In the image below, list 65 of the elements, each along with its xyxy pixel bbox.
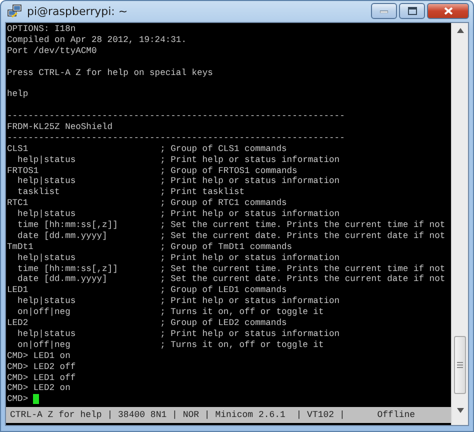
scroll-up-icon[interactable] [456,28,464,33]
command-name: on|off|neg [16,307,72,318]
command-name: help|status [16,209,77,220]
grip-icon [457,362,463,368]
command-name: LED1 [7,285,30,296]
status-bar: CTRL-A Z for help | 38400 8N1 | NOR | Minicom 2.6.1 | VT102 | Offline [6,407,451,423]
command-description: ; Print help or status information [160,328,340,340]
command-prompt: CMD> [7,394,28,406]
command-description: ; Set the current time. Prints the current time if not [160,264,446,274]
terminal-line: Port /dev/ttyACM0 [7,46,97,57]
terminal-line: CMD> LED2 on [7,383,70,394]
scrollbar-thumb[interactable] [454,336,466,394]
command-description: ; Print help or status information [160,176,340,188]
command-description: ; Print help or status information [160,296,340,308]
terminal-line: Compiled on Apr 28 2012, 19:24:31. [7,34,186,46]
terminal-line: ---------------------------------------------------------------- [7,111,345,122]
command-name: on|off|neg [16,340,72,351]
window-title: pi@raspberrypi: ~ [27,5,129,18]
maximize-button[interactable] [399,3,425,19]
command-name: help|status [16,328,77,340]
minimize-icon [380,10,388,12]
command-name: time [hh:mm:ss[,z]] [16,220,119,231]
terminal-line: CMD> LED2 off [7,362,76,372]
command-name: RTC1 [7,198,30,210]
close-button[interactable] [427,3,469,19]
terminal-line: help [7,89,28,100]
command-description: ; Turns it on, off or toggle it [160,340,324,351]
command-description: ; Set the current time. Prints the current time if not [160,220,446,231]
terminal-line: OPTIONS: I18n [7,24,76,35]
command-description: ; Turns it on, off or toggle it [160,307,324,318]
scrollbar[interactable] [451,23,468,425]
command-name: date [dd.mm.yyyy] [16,230,108,242]
command-name: date [dd.mm.yyyy] [16,274,108,286]
terminal-line: FRDM-KL25Z NeoShield [7,122,113,133]
command-name: FRTOS1 [7,166,40,176]
command-name: CLS1 [7,144,30,155]
command-description: ; Print tasklist [160,187,245,198]
minimize-button[interactable] [371,3,397,19]
close-icon [444,7,452,15]
command-name: time [hh:mm:ss[,z]] [16,264,119,274]
command-description: ; Print help or status information [160,154,340,166]
command-description: ; Group of TmDt1 commands [160,242,292,253]
scroll-down-icon[interactable] [456,408,464,413]
command-name: TmDt1 [7,242,34,253]
command-description: ; Set the current date. Prints the current date if not [160,274,446,286]
terminal-line: CMD> LED1 off [7,372,76,384]
command-description: ; Group of FRTOS1 commands [160,166,298,176]
command-description: ; Print help or status information [160,252,340,264]
terminal-line: CMD> LED1 on [7,350,70,362]
maximize-icon [408,7,416,15]
command-description: ; Group of LED1 commands [160,285,287,296]
command-name: tasklist [16,187,61,198]
command-name: help|status [16,154,77,166]
command-description: ; Set the current date. Prints the current date if not [160,230,446,242]
command-description: ; Group of RTC1 commands [160,198,287,210]
command-name: help|status [16,296,77,308]
command-name: help|status [16,176,77,188]
command-description: ; Print help or status information [160,209,340,220]
command-name: help|status [16,252,77,264]
command-name: LED2 [7,318,30,329]
command-description: ; Group of LED2 commands [160,318,287,329]
terminal-line: ---------------------------------------------------------------- [7,132,345,144]
terminal-line: Press CTRL-A Z for help on special keys [7,68,213,78]
command-description: ; Group of CLS1 commands [160,144,287,155]
computers-icon [7,4,23,20]
